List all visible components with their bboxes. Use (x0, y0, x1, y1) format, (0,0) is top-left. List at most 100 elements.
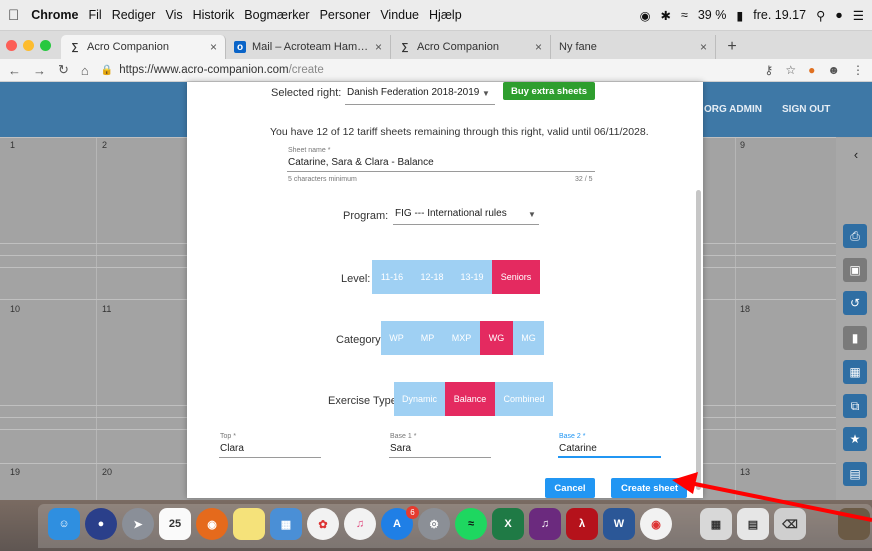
level-option-seniors[interactable]: Seniors (492, 260, 540, 294)
spotify-icon[interactable]: ≈ (455, 508, 487, 540)
level-option-13-19[interactable]: 13-19 (452, 260, 492, 294)
menu-vis[interactable]: Vis (165, 8, 182, 22)
calendar-icon[interactable]: 25 (159, 508, 191, 540)
copy-icon[interactable]: ⧉ (843, 394, 867, 418)
acrobat-icon[interactable]: λ (566, 508, 598, 540)
day-number[interactable]: 18 (740, 304, 750, 314)
buy-extra-sheets-button[interactable]: Buy extra sheets (503, 82, 595, 100)
star-icon[interactable]: ★ (843, 427, 867, 451)
delete-icon[interactable]: ▮ (843, 326, 867, 350)
wifi-icon[interactable]: ≈ (681, 8, 688, 22)
day-number[interactable]: 20 (102, 467, 112, 477)
cancel-button[interactable]: Cancel (545, 478, 595, 498)
reload-icon[interactable]: ↻ (58, 62, 69, 78)
day-number[interactable]: 19 (10, 467, 20, 477)
notification-center-icon[interactable]: ☰ (853, 8, 864, 23)
dropdown-caret-icon[interactable]: ▼ (528, 210, 536, 219)
bluetooth-icon[interactable]: ✱ (660, 8, 670, 23)
selected-right-select[interactable]: Danish Federation 2018-2019 (347, 87, 479, 98)
tab-mail[interactable]: o Mail – Acroteam Hammel – Out × (226, 35, 391, 59)
base2-input[interactable]: Catarine (559, 443, 597, 454)
day-number[interactable]: 9 (740, 140, 745, 150)
day-number[interactable]: 13 (740, 467, 750, 477)
org-admin-link[interactable]: ORG ADMIN (704, 104, 762, 115)
notes-icon[interactable] (233, 508, 265, 540)
menu-app-name[interactable]: Chrome (31, 8, 78, 22)
profile-icon[interactable]: ☻ (827, 63, 840, 77)
save-icon[interactable]: ▣ (843, 258, 867, 282)
forward-icon[interactable]: → (33, 63, 46, 78)
firefox-icon[interactable]: ◉ (196, 508, 228, 540)
finder-icon[interactable]: ☺ (48, 508, 80, 540)
maximize-window-icon[interactable] (40, 39, 51, 51)
dialog-scrollbar[interactable] (696, 190, 701, 490)
photo-stack-icon[interactable] (838, 508, 870, 540)
menu-vindue[interactable]: Vindue (380, 8, 419, 22)
battery-icon[interactable]: ▮ (736, 8, 743, 23)
new-tab-button[interactable]: + (720, 35, 744, 59)
chrome-icon[interactable]: ◉ (640, 508, 672, 540)
dropdown-caret-icon[interactable]: ▼ (482, 89, 490, 98)
menu-historik[interactable]: Historik (193, 8, 235, 22)
sign-out-link[interactable]: SIGN OUT (782, 104, 830, 115)
day-number[interactable]: 10 (10, 304, 20, 314)
base1-input[interactable]: Sara (390, 443, 411, 454)
back-icon[interactable]: ← (8, 63, 21, 78)
chrome-menu-icon[interactable]: ⋮ (852, 63, 864, 77)
level-option-11-16[interactable]: 11-16 (372, 260, 412, 294)
category-option-mg[interactable]: MG (513, 321, 544, 355)
battery-percent[interactable]: 39 % (698, 8, 727, 22)
preview-icon[interactable]: ▦ (270, 508, 302, 540)
close-tab-icon[interactable]: × (375, 40, 382, 54)
menu-personer[interactable]: Personer (320, 8, 371, 22)
siri-dock-icon[interactable]: ● (85, 508, 117, 540)
creative-cloud-icon[interactable]: ◉ (640, 8, 651, 23)
menu-bogmaerker[interactable]: Bogmærker (244, 8, 309, 22)
bookmark-star-icon[interactable]: ☆ (785, 63, 796, 77)
close-window-icon[interactable] (6, 39, 17, 51)
close-tab-icon[interactable]: × (210, 40, 217, 54)
category-option-wg[interactable]: WG (480, 321, 513, 355)
siri-icon[interactable]: ● (835, 8, 843, 22)
spotlight-icon[interactable]: ⚲ (816, 8, 825, 23)
export-icon[interactable]: ▦ (843, 360, 867, 384)
close-tab-icon[interactable]: × (700, 40, 707, 54)
address-bar[interactable]: 🔒 https://www.acro-companion.com/create (101, 64, 753, 76)
word-icon[interactable]: W (603, 508, 635, 540)
minimize-window-icon[interactable] (23, 39, 34, 51)
exercise-option-dynamic[interactable]: Dynamic (394, 382, 445, 416)
podcast-icon[interactable]: ♫ (529, 508, 561, 540)
menu-fil[interactable]: Fil (88, 8, 101, 22)
downloads-stack-icon[interactable]: ▦ (700, 508, 732, 540)
extension-icon[interactable]: ● (808, 63, 815, 77)
print-icon[interactable]: ⎙ (843, 224, 867, 248)
day-number[interactable]: 11 (102, 304, 111, 314)
sheet-name-input[interactable]: Catarine, Sara & Clara - Balance (288, 157, 434, 168)
exercise-option-combined[interactable]: Combined (495, 382, 553, 416)
exercise-option-balance[interactable]: Balance (445, 382, 495, 416)
category-option-mp[interactable]: MP (412, 321, 443, 355)
chevron-left-icon[interactable]: ‹ (844, 142, 868, 166)
home-icon[interactable]: ⌂ (81, 63, 89, 78)
tab-acro-companion-1[interactable]: ∑ Acro Companion × (61, 35, 226, 59)
trash-icon[interactable]: ⌫ (774, 508, 806, 540)
level-option-12-18[interactable]: 12-18 (412, 260, 452, 294)
music-icon[interactable]: ♫ (344, 508, 376, 540)
program-select[interactable]: FIG --- International rules (395, 208, 507, 219)
create-sheet-button[interactable]: Create sheet (611, 478, 687, 498)
document-stack-icon[interactable]: ▤ (737, 508, 769, 540)
category-option-wp[interactable]: WP (381, 321, 412, 355)
system-preferences-icon[interactable]: ⚙ (418, 508, 450, 540)
top-input[interactable]: Clara (220, 443, 244, 454)
menu-rediger[interactable]: Rediger (112, 8, 156, 22)
apple-icon[interactable]:  (8, 7, 19, 24)
day-number[interactable]: 2 (102, 140, 107, 150)
category-option-mxp[interactable]: MXP (443, 321, 480, 355)
launchpad-icon[interactable]: ➤ (122, 508, 154, 540)
comment-icon[interactable]: ▤ (843, 462, 867, 486)
close-tab-icon[interactable]: × (535, 40, 542, 54)
key-icon[interactable]: ⚷ (765, 63, 774, 77)
history-icon[interactable]: ↺ (843, 291, 867, 315)
day-number[interactable]: 1 (10, 140, 15, 150)
tab-acro-companion-2[interactable]: ∑ Acro Companion × (391, 35, 551, 59)
